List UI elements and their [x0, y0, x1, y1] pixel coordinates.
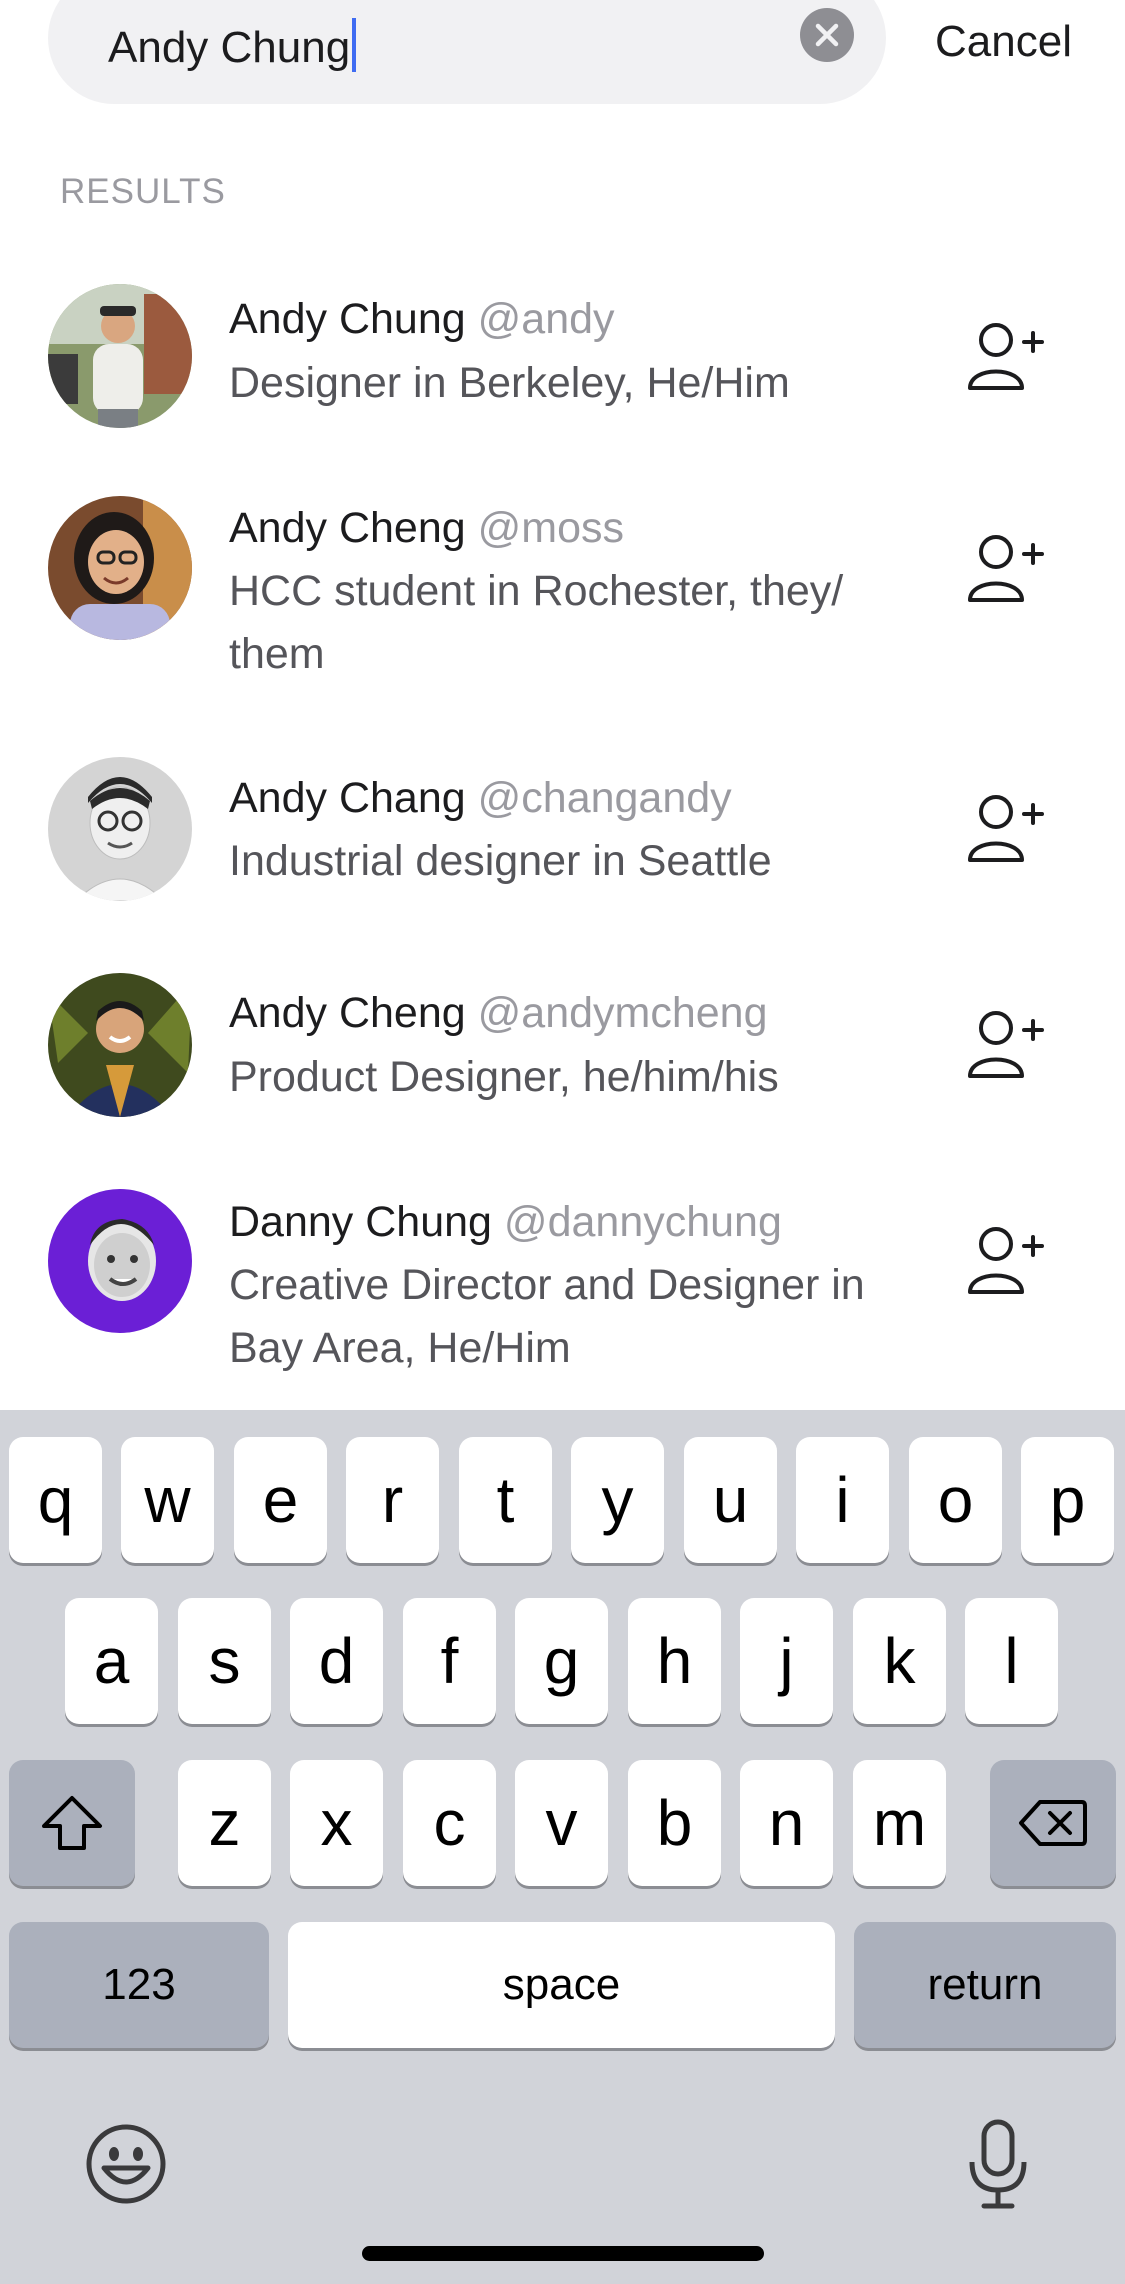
key-d[interactable]: d [290, 1598, 383, 1724]
result-handle: @moss [477, 504, 625, 552]
key-u[interactable]: u [684, 1437, 777, 1563]
key-v[interactable]: v [515, 1760, 608, 1886]
home-indicator [362, 2246, 764, 2261]
key-w[interactable]: w [121, 1437, 214, 1563]
result-handle: @dannychung [503, 1198, 782, 1246]
key-i[interactable]: i [796, 1437, 889, 1563]
result-bio: Designer in Berkeley, He/Him [229, 359, 790, 407]
key-a[interactable]: a [65, 1598, 158, 1724]
key-t[interactable]: t [459, 1437, 552, 1563]
key-s[interactable]: s [178, 1598, 271, 1724]
result-name: Andy Cheng [229, 989, 466, 1037]
result-bio: Industrial designer in Seattle [229, 837, 772, 885]
result-name: Andy Cheng [229, 504, 466, 552]
result-bio: Creative Director and Designer in Bay Ar… [229, 1261, 865, 1372]
result-name-line: Andy Chung @andy [229, 288, 615, 351]
result-bio: Product Designer, he/him/his [229, 1053, 779, 1101]
key-m[interactable]: m [853, 1760, 946, 1886]
result-name: Andy Chung [229, 295, 466, 343]
key-r[interactable]: r [346, 1437, 439, 1563]
text-cursor [352, 18, 357, 72]
keyboard: q w e r t y u i o p a s d f g h j k l z … [0, 1410, 1125, 2284]
numbers-key[interactable]: 123 [9, 1922, 269, 2048]
result-handle: @changandy [477, 774, 732, 822]
result-name-line: Danny Chung @dannychung [229, 1191, 782, 1254]
person-plus-icon[interactable] [962, 316, 1046, 400]
key-f[interactable]: f [403, 1598, 496, 1724]
person-plus-icon[interactable] [962, 1004, 1046, 1088]
key-n[interactable]: n [740, 1760, 833, 1886]
microphone-icon[interactable] [962, 2116, 1034, 2212]
result-name-line: Andy Cheng @moss [229, 497, 624, 560]
avatar [48, 496, 192, 640]
clear-search-button[interactable] [800, 8, 854, 62]
key-c[interactable]: c [403, 1760, 496, 1886]
key-g[interactable]: g [515, 1598, 608, 1724]
key-l[interactable]: l [965, 1598, 1058, 1724]
results-section-label: RESULTS [60, 172, 226, 211]
key-k[interactable]: k [853, 1598, 946, 1724]
key-o[interactable]: o [909, 1437, 1002, 1563]
result-handle: @andymcheng [477, 989, 768, 1037]
cancel-button[interactable]: Cancel [935, 20, 1072, 64]
key-h[interactable]: h [628, 1598, 721, 1724]
key-z[interactable]: z [178, 1760, 271, 1886]
delete-key[interactable] [990, 1760, 1116, 1886]
avatar [48, 284, 192, 428]
return-key[interactable]: return [854, 1922, 1116, 2048]
shift-arrow-icon [42, 1796, 102, 1850]
avatar [48, 1189, 192, 1333]
key-y[interactable]: y [571, 1437, 664, 1563]
result-handle: @andy [477, 295, 615, 343]
person-plus-icon[interactable] [962, 1220, 1046, 1304]
emoji-smile-icon[interactable] [84, 2122, 168, 2206]
person-plus-icon[interactable] [962, 528, 1046, 612]
key-b[interactable]: b [628, 1760, 721, 1886]
result-name-line: Andy Chang @changandy [229, 767, 732, 830]
search-input[interactable]: Andy Chung [108, 18, 357, 72]
backspace-icon [1019, 1800, 1087, 1846]
key-p[interactable]: p [1021, 1437, 1114, 1563]
space-key[interactable]: space [288, 1922, 835, 2048]
key-x[interactable]: x [290, 1760, 383, 1886]
key-q[interactable]: q [9, 1437, 102, 1563]
search-bar[interactable]: Andy Chung [48, 0, 886, 104]
key-j[interactable]: j [740, 1598, 833, 1724]
person-plus-icon[interactable] [962, 788, 1046, 872]
shift-key[interactable] [9, 1760, 135, 1886]
result-bio: HCC student in Rochester, they/ them [229, 567, 844, 678]
result-name: Danny Chung [229, 1198, 492, 1246]
key-e[interactable]: e [234, 1437, 327, 1563]
avatar [48, 757, 192, 901]
avatar [48, 973, 192, 1117]
search-query-text: Andy Chung [108, 23, 351, 72]
result-name: Andy Chang [229, 774, 466, 822]
clear-circle-icon [815, 23, 839, 47]
result-name-line: Andy Cheng @andymcheng [229, 982, 768, 1045]
